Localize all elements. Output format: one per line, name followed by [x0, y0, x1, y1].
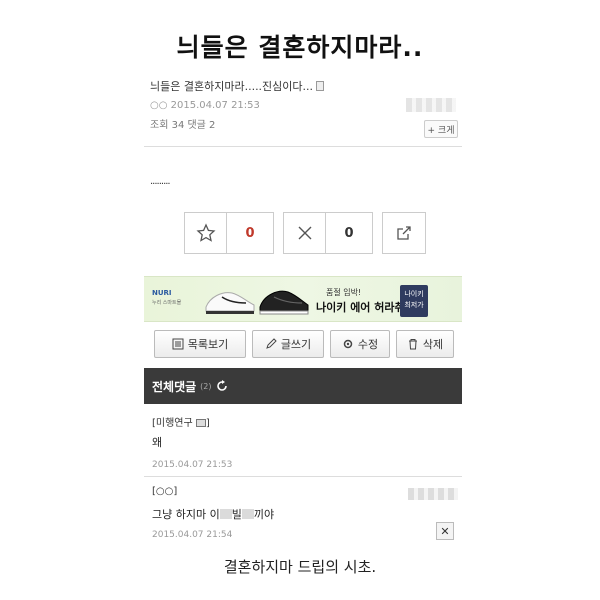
write-button[interactable]: 글쓰기: [252, 330, 324, 358]
post-body: .........: [150, 176, 171, 187]
share-button[interactable]: [382, 212, 426, 254]
pencil-icon: [266, 338, 277, 349]
headline: 늬들은 결혼하지마라..: [176, 33, 424, 62]
comment-author: [미행연구 ]: [152, 418, 210, 429]
censored-text: [241, 509, 254, 519]
delete-button-label: 삭제: [422, 338, 444, 351]
comments-header: 전체댓글 (2): [144, 368, 462, 404]
comments-title: 전체댓글: [152, 379, 197, 394]
divider: [144, 476, 462, 477]
list-icon: [172, 338, 184, 350]
edit-button[interactable]: 수정: [330, 330, 390, 358]
mobile-screenshot: 늬들은 결혼하지마라.....진심이다... ○○ 2015.04.07 21:…: [144, 72, 462, 547]
ad-main-text: 나이키 에어 허라취: [316, 301, 405, 314]
ad-brand: NURI 누리 스마트몰: [152, 289, 182, 306]
delete-button[interactable]: 삭제: [396, 330, 454, 358]
gear-icon: [343, 339, 353, 349]
comment-author: [○○]: [152, 486, 178, 497]
blurred-text: [408, 488, 458, 500]
trash-icon: [408, 339, 417, 350]
oppose-button[interactable]: 0: [283, 212, 373, 254]
white-sneaker-image: [205, 292, 255, 314]
oppose-count: 0: [344, 225, 354, 241]
close-icon[interactable]: ✕: [436, 522, 454, 540]
black-sneaker-image: [259, 290, 309, 315]
write-button-label: 글쓰기: [280, 338, 312, 351]
comments-count: (2): [200, 381, 212, 391]
zoom-button[interactable]: + 크게: [424, 120, 458, 138]
ad-cta-button[interactable]: 나이키 최저가: [400, 285, 428, 317]
image-icon: [195, 419, 206, 427]
ad-subtext: 품절 임박!: [326, 288, 362, 297]
comment-date: 2015.04.07 21:53: [152, 460, 233, 470]
post-meta: ○○ 2015.04.07 21:53: [150, 100, 260, 111]
x-icon: [284, 213, 326, 253]
recommend-button[interactable]: 0: [184, 212, 274, 254]
star-icon: [185, 213, 227, 253]
comment-body: 왜: [152, 436, 163, 449]
document-icon: [316, 81, 325, 91]
comment-body: 그냥 하지마 이 빌 끼야: [152, 508, 275, 521]
comment-date: 2015.04.07 21:54: [152, 530, 233, 540]
recommend-count: 0: [245, 225, 255, 241]
list-button-label: 목록보기: [187, 338, 229, 351]
censored-text: [219, 509, 232, 519]
caption: 결혼하지마 드립의 시초.: [223, 558, 377, 576]
refresh-icon[interactable]: [216, 380, 228, 392]
ad-banner[interactable]: NURI 누리 스마트몰 품절 임박! 나이키 에어 허라취 나이키 최저가: [144, 276, 462, 322]
divider: [144, 146, 462, 147]
post-stats: 조회 34 댓글 2: [150, 120, 216, 131]
blurred-text: [406, 98, 456, 112]
list-button[interactable]: 목록보기: [154, 330, 246, 358]
edit-button-label: 수정: [357, 338, 379, 351]
post-title: 늬들은 결혼하지마라.....진심이다...: [150, 78, 325, 94]
share-icon: [397, 226, 411, 240]
